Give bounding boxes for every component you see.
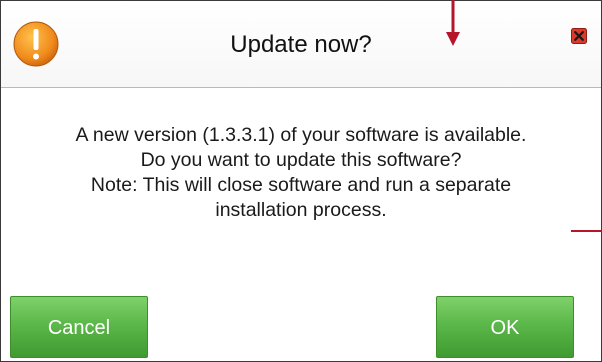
dialog-title: Update now? — [230, 31, 372, 58]
update-dialog: Update now? A new version (1.3.3.1) of y… — [0, 0, 602, 362]
message-line: installation process. — [215, 199, 387, 221]
cancel-button[interactable]: Cancel — [10, 296, 148, 358]
message-line: A new version (1.3.3.1) of your software… — [75, 124, 527, 146]
annotation-line — [571, 230, 602, 232]
message-line: Do you want to update this software? — [140, 149, 462, 171]
close-icon[interactable] — [571, 28, 587, 44]
dialog-message: A new version (1.3.3.1) of your software… — [1, 123, 601, 223]
annotation-arrow-icon — [446, 0, 460, 46]
message-line: Note: This will close software and run a… — [90, 174, 512, 196]
ok-button[interactable]: OK — [436, 296, 574, 358]
dialog-titlebar: Update now? — [1, 1, 601, 88]
